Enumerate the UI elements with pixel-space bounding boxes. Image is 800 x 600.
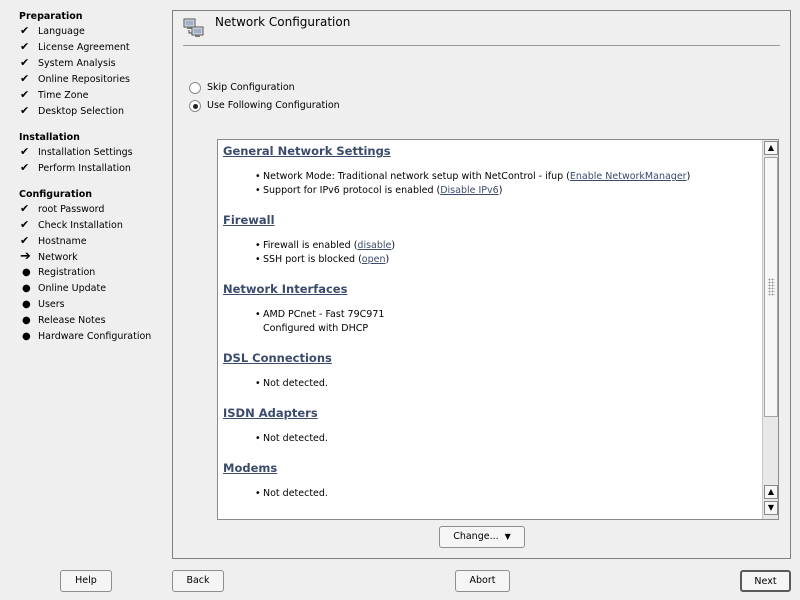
heading-modems: Modems: [223, 461, 278, 475]
step-hostname: ✔ Hostname: [20, 234, 87, 247]
grip-icon: [768, 278, 775, 296]
radio-indicator[interactable]: [189, 82, 201, 94]
abort-button[interactable]: Abort: [455, 570, 510, 592]
title-divider: [183, 45, 780, 46]
list-item: • AMD PCnet - Fast 79C971: [255, 309, 385, 320]
step-registration: ● Registration: [22, 267, 96, 278]
page-title: Network Configuration: [215, 15, 351, 29]
list-item: • Firewall is enabled (disable): [255, 240, 396, 251]
list-item: • Not detected.: [255, 488, 328, 499]
list-item: Configured with DHCP: [263, 323, 369, 334]
list-item: • Support for IPv6 protocol is enabled (D…: [255, 185, 503, 196]
scroll-up-icon[interactable]: ▲: [764, 485, 778, 499]
main-panel: Network Configuration Skip Configuration…: [172, 10, 791, 559]
heading-dsl-connections: DSL Connections: [223, 351, 332, 365]
checkmark-icon: ✔: [20, 202, 30, 215]
heading-isdn-adapters: ISDN Adapters: [223, 406, 318, 420]
disable-firewall-link[interactable]: disable: [357, 240, 391, 251]
radio-indicator-selected[interactable]: [189, 100, 201, 112]
step-network: ➔ Network: [20, 249, 78, 264]
heading-general-network-settings: General Network Settings: [223, 144, 391, 158]
step-release-notes: ● Release Notes: [22, 315, 106, 326]
section-title-preparation: Preparation: [19, 11, 83, 22]
step-language: ✔ Language: [20, 24, 85, 37]
step-hardware-configuration: ● Hardware Configuration: [22, 331, 152, 342]
bullet-icon: ●: [22, 315, 31, 326]
network-computers-icon: [183, 18, 204, 37]
step-check-installation: ✔ Check Installation: [20, 218, 123, 231]
change-dropdown-button[interactable]: Change... ▼: [439, 526, 525, 548]
arrow-right-icon: ➔: [20, 249, 31, 264]
summary-content: General Network Settings • Network Mode: …: [218, 140, 762, 519]
step-installation-settings: ✔ Installation Settings: [20, 145, 133, 158]
checkmark-icon: ✔: [20, 88, 30, 101]
help-button[interactable]: Help: [60, 570, 112, 592]
list-item: • Network Mode: Traditional network setup…: [255, 171, 691, 182]
triangle-down-icon: ▼: [504, 532, 511, 541]
checkmark-icon: ✔: [20, 56, 30, 69]
disable-ipv6-link[interactable]: Disable IPv6: [440, 185, 498, 196]
step-system-analysis: ✔ System Analysis: [20, 56, 116, 69]
back-button[interactable]: Back: [172, 570, 224, 592]
step-time-zone: ✔ Time Zone: [20, 88, 89, 101]
wizard-steps-sidebar: Preparation ✔ Language ✔ License Agreement…: [0, 0, 170, 560]
scroll-down-icon[interactable]: ▼: [764, 501, 778, 515]
step-desktop-selection: ✔ Desktop Selection: [20, 104, 124, 117]
next-button[interactable]: Next: [740, 570, 791, 592]
configuration-summary: General Network Settings • Network Mode: …: [217, 139, 779, 520]
scroll-up-icon[interactable]: ▲: [764, 141, 778, 155]
checkmark-icon: ✔: [20, 104, 30, 117]
list-item: • Not detected.: [255, 433, 328, 444]
step-online-repositories: ✔ Online Repositories: [20, 72, 130, 85]
step-users: ● Users: [22, 299, 65, 310]
summary-scrollbar[interactable]: ▲ ▲ ▼: [762, 140, 778, 519]
heading-firewall: Firewall: [223, 213, 275, 227]
enable-networkmanager-link[interactable]: Enable NetworkManager: [570, 171, 687, 182]
heading-network-interfaces: Network Interfaces: [223, 282, 348, 296]
checkmark-icon: ✔: [20, 161, 30, 174]
bullet-icon: ●: [22, 331, 31, 342]
use-following-configuration-radio[interactable]: Use Following Configuration: [189, 99, 340, 113]
checkmark-icon: ✔: [20, 234, 30, 247]
list-item: • SSH port is blocked (open): [255, 254, 390, 265]
bullet-icon: ●: [22, 267, 31, 278]
section-title-configuration: Configuration: [19, 189, 93, 200]
open-ssh-port-link[interactable]: open: [362, 254, 386, 265]
step-perform-installation: ✔ Perform Installation: [20, 161, 131, 174]
checkmark-icon: ✔: [20, 145, 30, 158]
list-item: • Not detected.: [255, 378, 328, 389]
bullet-icon: ●: [22, 283, 31, 294]
step-root-password: ✔ root Password: [20, 202, 105, 215]
step-license-agreement: ✔ License Agreement: [20, 40, 130, 53]
checkmark-icon: ✔: [20, 218, 30, 231]
section-title-installation: Installation: [19, 132, 80, 143]
skip-configuration-radio[interactable]: Skip Configuration: [189, 81, 295, 95]
checkmark-icon: ✔: [20, 40, 30, 53]
checkmark-icon: ✔: [20, 72, 30, 85]
bullet-icon: ●: [22, 299, 31, 310]
scrollbar-thumb[interactable]: [764, 157, 778, 417]
step-online-update: ● Online Update: [22, 283, 107, 294]
checkmark-icon: ✔: [20, 24, 30, 37]
